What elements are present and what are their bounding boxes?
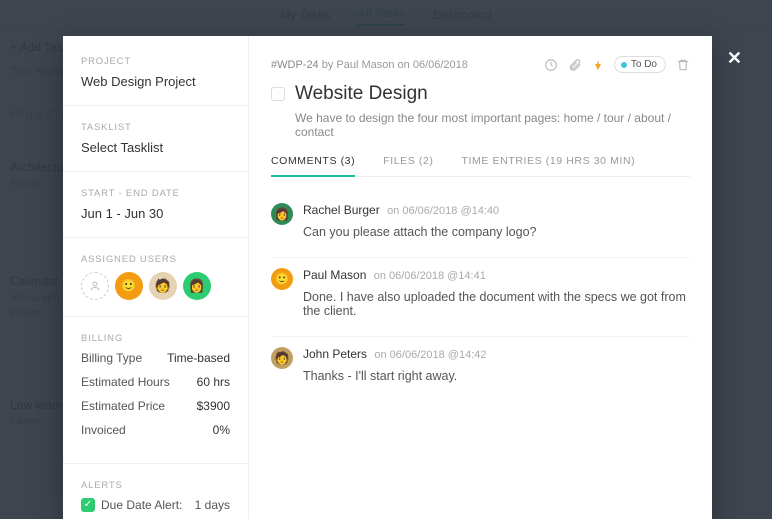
comment-item: 🧑 John Peters on 06/06/2018 @14:42 Thank… (271, 337, 690, 401)
project-label: PROJECT (81, 56, 230, 67)
tab-files[interactable]: FILES (2) (383, 155, 433, 176)
comments-list: 👩 Rachel Burger on 06/06/2018 @14:40 Can… (271, 177, 690, 401)
history-icon[interactable] (544, 58, 558, 72)
avatar: 🧑 (271, 347, 293, 369)
billing-invoiced-value: 0% (213, 423, 230, 437)
due-date-alert-value: 1 days (195, 498, 230, 512)
avatar: 🙂 (271, 268, 293, 290)
comment-item: 👩 Rachel Burger on 06/06/2018 @14:40 Can… (271, 193, 690, 258)
billing-label: BILLING (81, 333, 230, 344)
task-main: #WDP-24 by Paul Mason on 06/06/2018 To D… (249, 36, 712, 519)
comment-time: on 06/06/2018 @14:42 (374, 349, 486, 361)
dates-section: START - END DATE Jun 1 - Jun 30 (63, 188, 248, 238)
delete-icon[interactable] (676, 58, 690, 72)
tab-comments[interactable]: COMMENTS (3) (271, 155, 355, 177)
billing-hours-value: 60 hrs (197, 375, 230, 389)
comment-author: John Peters (303, 347, 367, 361)
tab-time-entries[interactable]: TIME ENTRIES (19 HRS 30 MIN) (462, 155, 636, 176)
comment-item: 🙂 Paul Mason on 06/06/2018 @14:41 Done. … (271, 258, 690, 337)
billing-hours-label: Estimated Hours (81, 375, 170, 389)
pin-icon[interactable] (592, 58, 604, 72)
close-icon[interactable]: ✕ (727, 48, 742, 69)
add-user-button[interactable] (81, 272, 109, 300)
task-byline: by Paul Mason on 06/06/2018 (319, 59, 468, 71)
project-section: PROJECT Web Design Project (63, 56, 248, 106)
assigned-label: ASSIGNED USERS (81, 254, 230, 265)
dates-value[interactable]: Jun 1 - Jun 30 (81, 206, 230, 221)
billing-section: BILLING Billing Type Time-based Estimated… (63, 333, 248, 464)
avatar[interactable]: 👩 (183, 272, 211, 300)
task-tabs: COMMENTS (3) FILES (2) TIME ENTRIES (19 … (271, 155, 690, 177)
task-meta-row: #WDP-24 by Paul Mason on 06/06/2018 To D… (271, 56, 690, 73)
billing-price-label: Estimated Price (81, 399, 165, 413)
assigned-users-section: ASSIGNED USERS 🙂 🧑 👩 (63, 254, 248, 317)
task-id: #WDP-24 (271, 59, 319, 71)
task-sidebar: PROJECT Web Design Project TASKLIST Sele… (63, 36, 249, 519)
task-description[interactable]: We have to design the four most importan… (295, 111, 690, 139)
comment-author: Paul Mason (303, 268, 366, 282)
comment-time: on 06/06/2018 @14:41 (374, 270, 486, 282)
comment-author: Rachel Burger (303, 203, 380, 217)
attachment-icon[interactable] (568, 58, 582, 72)
avatar[interactable]: 🧑 (149, 272, 177, 300)
status-dot-icon (621, 62, 627, 68)
comment-text: Done. I have also uploaded the document … (303, 290, 690, 318)
task-complete-checkbox[interactable] (271, 87, 285, 101)
due-date-alert-label: Due Date Alert: (101, 498, 182, 512)
avatar[interactable]: 🙂 (115, 272, 143, 300)
alerts-label: ALERTS (81, 480, 230, 491)
due-date-alert-checkbox[interactable] (81, 498, 95, 512)
billing-invoiced-label: Invoiced (81, 423, 126, 437)
avatar: 👩 (271, 203, 293, 225)
dates-label: START - END DATE (81, 188, 230, 199)
billing-type-value: Time-based (167, 351, 230, 365)
billing-type-label: Billing Type (81, 351, 142, 365)
task-title[interactable]: Website Design (295, 83, 428, 105)
alerts-section: ALERTS Due Date Alert: 1 days Time Budge… (63, 480, 248, 519)
comment-time: on 06/06/2018 @14:40 (387, 205, 499, 217)
status-pill[interactable]: To Do (614, 56, 666, 73)
project-value[interactable]: Web Design Project (81, 74, 230, 89)
tasklist-value[interactable]: Select Tasklist (81, 140, 230, 155)
comment-text: Can you please attach the company logo? (303, 225, 690, 239)
task-detail-modal: PROJECT Web Design Project TASKLIST Sele… (63, 36, 712, 519)
billing-price-value: $3900 (197, 399, 230, 413)
tasklist-label: TASKLIST (81, 122, 230, 133)
status-text: To Do (631, 59, 657, 70)
comment-text: Thanks - I'll start right away. (303, 369, 690, 383)
tasklist-section: TASKLIST Select Tasklist (63, 122, 248, 172)
